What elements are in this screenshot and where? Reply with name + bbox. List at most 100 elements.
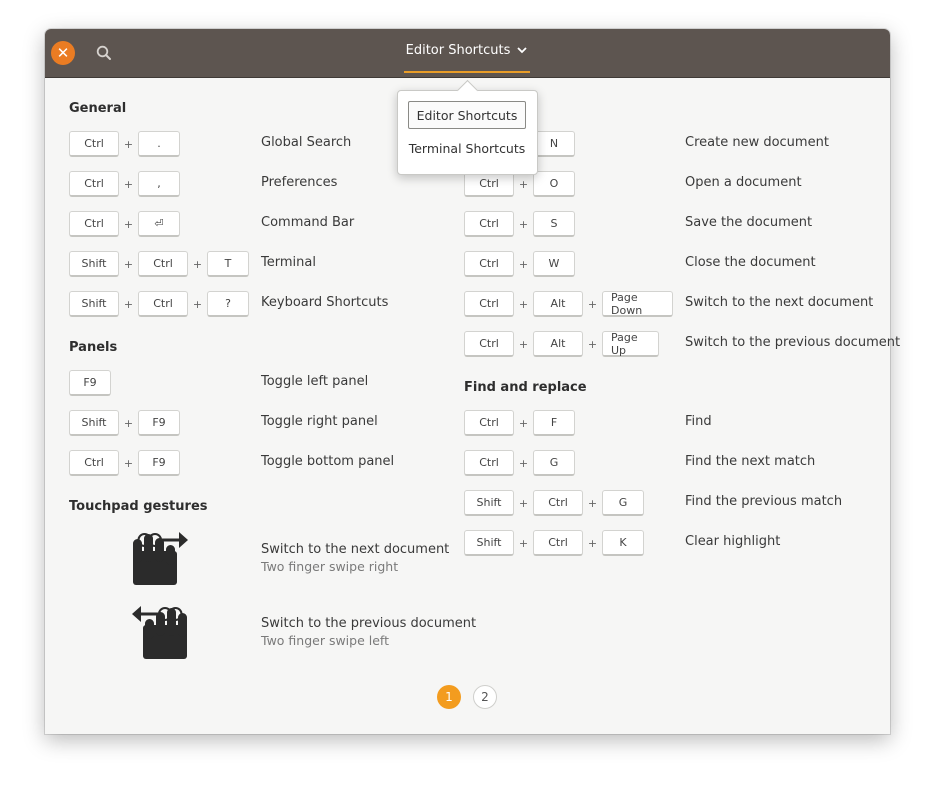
gesture-title-previous: Switch to the previous document — [261, 616, 477, 631]
keycap: Shift — [464, 530, 514, 556]
search-icon — [96, 45, 111, 60]
key-plus: + — [123, 257, 134, 271]
key-plus: + — [123, 177, 134, 191]
keycap: G — [602, 490, 644, 516]
shortcut-keys: Ctrl + F9 — [69, 449, 180, 477]
key-plus: + — [192, 257, 203, 271]
shortcut-label: Command Bar — [261, 215, 355, 230]
shortcut-row: Ctrl + W Close the document — [464, 250, 905, 278]
shortcut-keys: Ctrl +, — [69, 170, 180, 198]
keycap: Ctrl — [464, 450, 514, 476]
keycap: Shift — [69, 410, 119, 436]
keycap: Shift — [69, 251, 119, 277]
key-plus: + — [587, 536, 598, 550]
keycap: S — [533, 211, 575, 237]
section-title-gestures: Touchpad gestures — [69, 499, 208, 514]
shortcut-keys: Shift + F9 — [69, 409, 180, 437]
shortcut-label: Find the previous match — [685, 494, 843, 509]
key-plus: + — [587, 337, 598, 351]
keycap: Ctrl — [69, 131, 119, 157]
shortcut-label: Preferences — [261, 175, 338, 190]
shortcut-keys: Ctrl + S — [464, 210, 575, 238]
shortcut-row: Ctrl + F Find — [464, 409, 905, 437]
shortcut-keys: Shift + Ctrl + G — [464, 489, 644, 517]
key-plus: + — [123, 137, 134, 151]
key-plus: + — [192, 297, 203, 311]
shortcut-keys: Ctrl + F — [464, 409, 575, 437]
shortcut-label: Close the document — [685, 255, 816, 270]
shortcut-row: Ctrl + S Save the document — [464, 210, 905, 238]
shortcut-label: Save the document — [685, 215, 813, 230]
shortcut-label: Open a document — [685, 175, 802, 190]
section-switcher-label: Editor Shortcuts — [405, 42, 511, 58]
shortcut-keys: Ctrl + G — [464, 449, 575, 477]
key-plus: + — [518, 297, 529, 311]
keycap: K — [602, 530, 644, 556]
shortcut-keys: Shift + Ctrl +? — [69, 290, 249, 318]
popover-item-editor-shortcuts[interactable]: Editor Shortcuts — [408, 101, 526, 129]
keycap: Page Up — [602, 331, 659, 357]
key-plus: + — [587, 297, 598, 311]
shortcut-keys: Ctrl + Alt + Page Up — [464, 330, 659, 358]
shortcut-keys: Ctrl + ⏎ — [69, 210, 180, 238]
section-title-find: Find and replace — [464, 380, 587, 395]
keycap: N — [533, 131, 575, 157]
keycap: Page Down — [602, 291, 673, 317]
gesture-title-next: Switch to the next document — [261, 542, 450, 557]
shortcut-label: Switch to the next document — [685, 295, 874, 310]
shortcut-row: Ctrl + Alt + Page Down Switch to the next doc… — [464, 290, 905, 318]
keycap: O — [533, 171, 575, 197]
shortcut-keys: F9 — [69, 369, 111, 397]
shortcut-keys: Shift + Ctrl + T — [69, 250, 249, 278]
gesture-subtitle-previous: Two finger swipe left — [261, 633, 389, 648]
shortcut-row: Ctrl + F9 Toggle bottom panel — [69, 449, 481, 477]
keycap: Ctrl — [464, 331, 514, 357]
shortcut-label: Toggle bottom panel — [261, 454, 395, 469]
shortcut-keys: Ctrl + W — [464, 250, 575, 278]
headerbar: ✕ Editor Shortcuts — [45, 29, 890, 78]
key-plus: + — [518, 257, 529, 271]
shortcut-row: Ctrl + ⏎ Command Bar — [69, 210, 481, 238]
keycap: G — [533, 450, 575, 476]
shortcut-row: Ctrl + Alt + Page Up Switch to the previous d… — [464, 330, 905, 358]
shortcut-label: Switch to the previous document — [685, 335, 901, 350]
shortcuts-content: General Ctrl +. Global Search Ctrl +, Prefere… — [45, 77, 900, 734]
shortcut-label: Toggle right panel — [261, 414, 378, 429]
two-finger-swipe-right-icon — [133, 532, 188, 585]
shortcut-label: Keyboard Shortcuts — [261, 295, 389, 310]
section-switcher[interactable]: Editor Shortcuts — [404, 29, 530, 73]
shortcut-row: F9 Toggle left panel — [69, 369, 481, 397]
keycap: Ctrl — [533, 490, 583, 516]
keycap: Ctrl — [533, 530, 583, 556]
key-plus: + — [518, 416, 529, 430]
keycap: W — [533, 251, 575, 277]
key-plus: + — [123, 416, 134, 430]
keycap: Alt — [533, 331, 583, 357]
keycap: Shift — [69, 291, 119, 317]
key-plus: + — [123, 217, 134, 231]
keycap: Alt — [533, 291, 583, 317]
key-plus: + — [518, 456, 529, 470]
key-plus: + — [587, 496, 598, 510]
gesture-subtitle-next: Two finger swipe right — [261, 559, 399, 574]
close-button[interactable]: ✕ — [51, 41, 75, 65]
shortcuts-window: ✕ Editor Shortcuts General Ctrl +. Global … — [45, 29, 900, 734]
shortcut-row: Shift + Ctrl + K Clear highlight — [464, 529, 905, 557]
close-icon: ✕ — [56, 44, 70, 62]
keycap: F9 — [69, 370, 111, 396]
section-title-general: General — [69, 101, 127, 116]
keycap: Ctrl — [464, 251, 514, 277]
shortcut-keys: Ctrl +. — [69, 130, 180, 158]
shortcut-label: Find — [685, 414, 712, 429]
page-1-button[interactable]: 1 — [437, 685, 461, 709]
shortcut-row: Shift + Ctrl +? Keyboard Shortcuts — [69, 290, 481, 318]
shortcut-label: Global Search — [261, 135, 352, 150]
keycap: ⏎ — [138, 211, 180, 237]
popover-item-terminal-shortcuts[interactable]: Terminal Shortcuts — [408, 134, 526, 162]
search-button[interactable] — [95, 44, 113, 62]
keycap: F — [533, 410, 575, 436]
key-plus: + — [518, 337, 529, 351]
page-2-button[interactable]: 2 — [473, 685, 497, 709]
shortcut-row: Shift + Ctrl + T Terminal — [69, 250, 481, 278]
keycap: Shift — [464, 490, 514, 516]
